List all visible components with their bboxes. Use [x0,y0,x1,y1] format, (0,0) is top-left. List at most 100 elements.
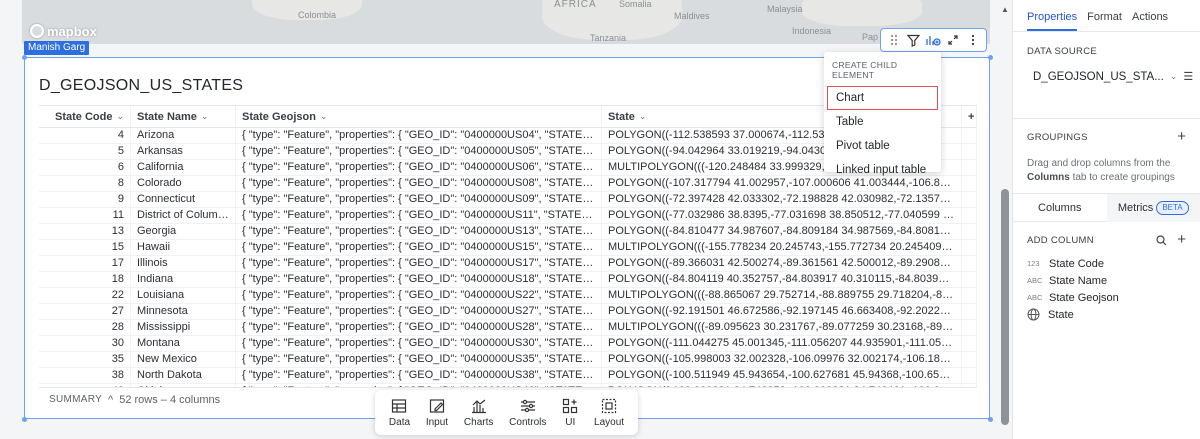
table-cell[interactable]: 15 [39,240,131,255]
table-cell[interactable]: Montana [131,336,236,351]
table-cell[interactable]: POLYGON((-89.366031 42.500274,-89.361561… [602,256,962,271]
table-cell[interactable]: District of Columbia [131,208,236,223]
filter-icon[interactable] [905,31,923,49]
chevron-down-icon[interactable]: ⌄ [201,111,209,122]
table-cell[interactable]: { "type": "Feature", "properties": { "GE… [236,304,602,319]
table-row[interactable]: 28 Mississippi{ "type": "Feature", "prope… [39,320,977,336]
table-cell[interactable]: MULTIPOLYGON(((-88.865067 29.752714,-88.… [602,288,962,303]
resize-handle[interactable] [988,55,993,60]
table-cell[interactable]: MULTIPOLYGON(((-155.778234 20.245743,-15… [602,240,962,255]
table-cell[interactable]: { "type": "Feature", "properties": { "GE… [236,368,602,383]
table-cell[interactable]: { "type": "Feature", "properties": { "GE… [236,336,602,351]
chevron-down-icon[interactable]: ⌄ [639,111,647,122]
table-cell[interactable]: Colorado [131,176,236,191]
chevron-down-icon[interactable]: ⌄ [1170,71,1178,82]
dock-data[interactable]: Data [389,398,410,428]
tab-format[interactable]: Format [1087,11,1122,31]
table-cell[interactable]: MULTIPOLYGON(((-89.095623 30.231767,-89.… [602,320,962,335]
table-row[interactable]: 38 North Dakota{ "type": "Feature", "prop… [39,368,977,384]
table-cell[interactable]: POLYGON((-100.511949 45.943654,-100.6276… [602,368,962,383]
table-cell[interactable]: Minnesota [131,304,236,319]
table-cell[interactable]: POLYGON((-92.191501 46.672586,-92.197145… [602,304,962,319]
table-cell[interactable]: { "type": "Feature", "properties": { "GE… [236,320,602,335]
table-row[interactable]: 35 New Mexico{ "type": "Feature", "proper… [39,352,977,368]
table-cell[interactable]: 4 [39,128,131,143]
table-cell[interactable]: { "type": "Feature", "properties": { "GE… [236,224,602,239]
table-row[interactable]: 30 Montana{ "type": "Feature", "propertie… [39,336,977,352]
table-cell[interactable]: 22 [39,288,131,303]
chevron-down-icon[interactable]: ⌄ [320,111,328,122]
table-row[interactable]: 27 Minnesota{ "type": "Feature", "propert… [39,304,977,320]
table-cell[interactable]: { "type": "Feature", "properties": { "GE… [236,272,602,287]
scroll-up-icon[interactable]: ▲ [1001,5,1009,14]
table-cell[interactable]: 17 [39,256,131,271]
table-cell[interactable]: { "type": "Feature", "properties": { "GE… [236,128,602,143]
element-title[interactable]: D_GEOJSON_US_STATES [39,77,243,95]
add-grouping-icon[interactable]: + [1177,129,1186,144]
table-cell[interactable]: Georgia [131,224,236,239]
menu-item-linked-input-table[interactable]: Linked input table [824,158,941,182]
table-cell[interactable]: Hawaii [131,240,236,255]
map-element[interactable]: Colombia AFRICA Somalia Maldives Malaysi… [22,0,990,44]
table-row[interactable]: 13 Georgia{ "type": "Feature", "propertie… [39,224,977,240]
table-cell[interactable]: Connecticut [131,192,236,207]
table-cell[interactable]: 6 [39,160,131,175]
table-cell[interactable]: 35 [39,352,131,367]
add-column-button[interactable]: + [962,106,977,127]
tab-actions[interactable]: Actions [1132,11,1168,31]
menu-item-pivot-table[interactable]: Pivot table [824,134,941,158]
column-header-state-code[interactable]: State Code ⌄ [39,106,131,127]
table-row[interactable]: 11 District of Columbia{ "type": "Feature… [39,208,977,224]
table-cell[interactable]: 18 [39,272,131,287]
table-cell[interactable]: POLYGON((-111.044275 45.001345,-111.0562… [602,336,962,351]
column-item-state-code[interactable]: 123 State Code [1027,255,1186,272]
create-child-element-icon[interactable] [924,31,942,49]
tab-properties[interactable]: Properties [1027,11,1078,31]
menu-item-chart[interactable]: Chart [827,86,938,110]
column-item-state-name[interactable]: ABC State Name [1027,272,1186,289]
tab-columns[interactable]: Columns [1013,194,1107,222]
table-row[interactable]: 15 Hawaii{ "type": "Feature", "properties… [39,240,977,256]
table-cell[interactable]: California [131,160,236,175]
list-icon[interactable]: ☰ [1183,70,1195,83]
table-row[interactable]: 17 Illinois{ "type": "Feature", "properti… [39,256,977,272]
data-source-selector[interactable]: D_GEOJSON_US_STA... ⌄ ☰ [1027,70,1193,84]
add-column-icon[interactable]: + [1177,232,1186,247]
column-header-state-geojson[interactable]: State Geojson ⌄ [236,106,602,127]
search-icon[interactable] [1156,234,1167,246]
dock-layout[interactable]: Layout [594,398,624,428]
table-cell[interactable]: { "type": "Feature", "properties": { "GE… [236,160,602,175]
tab-metrics[interactable]: Metrics BETA [1106,193,1200,222]
table-cell[interactable]: Louisiana [131,288,236,303]
table-cell[interactable]: 11 [39,208,131,223]
table-cell[interactable]: POLYGON((-84.810477 34.987607,-84.809184… [602,224,962,239]
table-cell[interactable]: POLYGON((-72.397428 42.033302,-72.198828… [602,192,962,207]
table-cell[interactable]: { "type": "Feature", "properties": { "GE… [236,240,602,255]
dock-ui[interactable]: UI [562,398,578,428]
table-cell[interactable]: { "type": "Feature", "properties": { "GE… [236,144,602,159]
table-cell[interactable]: 8 [39,176,131,191]
table-cell[interactable]: POLYGON((-84.804119 40.352757,-84.803917… [602,272,962,287]
column-item-state-geojson[interactable]: ABC State Geojson [1027,289,1186,306]
table-cell[interactable]: Indiana [131,272,236,287]
table-cell[interactable]: 9 [39,192,131,207]
drag-handle-icon[interactable] [885,31,903,49]
table-cell[interactable]: 38 [39,368,131,383]
scrollbar-thumb[interactable] [1001,189,1009,425]
canvas-scrollbar[interactable]: ▲ [998,0,1012,439]
table-cell[interactable]: New Mexico [131,352,236,367]
menu-item-table[interactable]: Table [824,110,941,134]
dock-charts[interactable]: Charts [464,398,493,428]
resize-handle[interactable] [22,55,27,60]
table-cell[interactable]: { "type": "Feature", "properties": { "GE… [236,352,602,367]
table-cell[interactable]: 5 [39,144,131,159]
table-cell[interactable]: 27 [39,304,131,319]
dock-controls[interactable]: Controls [509,398,546,428]
table-cell[interactable]: Arizona [131,128,236,143]
resize-handle[interactable] [22,417,27,422]
table-row[interactable]: 22 Louisiana{ "type": "Feature", "propert… [39,288,977,304]
table-cell[interactable]: Mississippi [131,320,236,335]
workbook-canvas[interactable]: Colombia AFRICA Somalia Maldives Malaysi… [0,0,1012,439]
table-row[interactable]: 18 Indiana{ "type": "Feature", "propertie… [39,272,977,288]
dock-input[interactable]: Input [426,398,448,428]
